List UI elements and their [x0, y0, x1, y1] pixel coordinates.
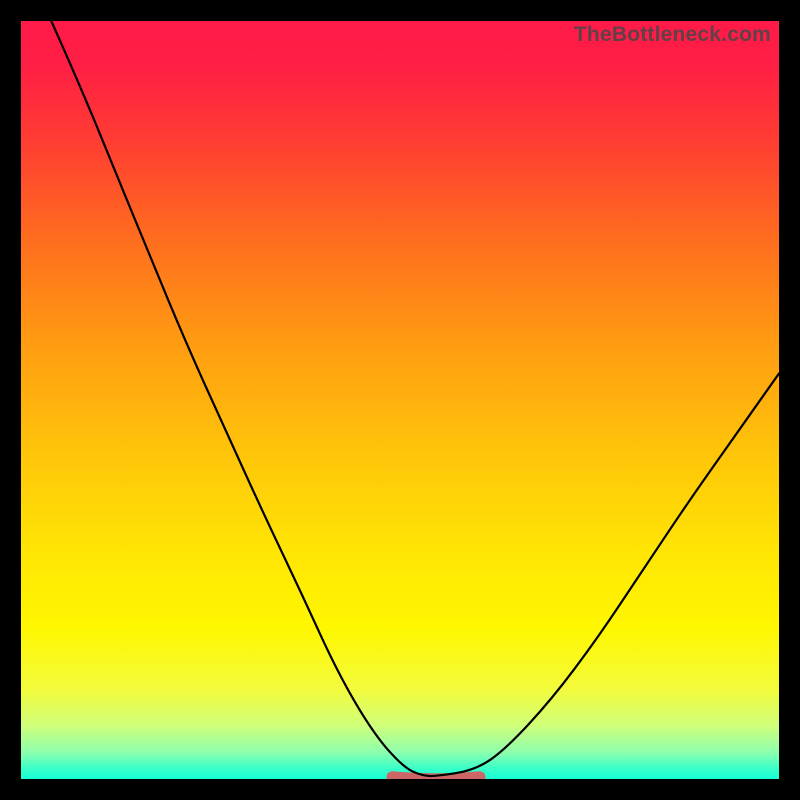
plot-area: TheBottleneck.com: [21, 21, 779, 779]
chart-frame: TheBottleneck.com: [0, 0, 800, 800]
watermark-text: TheBottleneck.com: [574, 23, 771, 47]
bottleneck-curve: [21, 21, 779, 779]
